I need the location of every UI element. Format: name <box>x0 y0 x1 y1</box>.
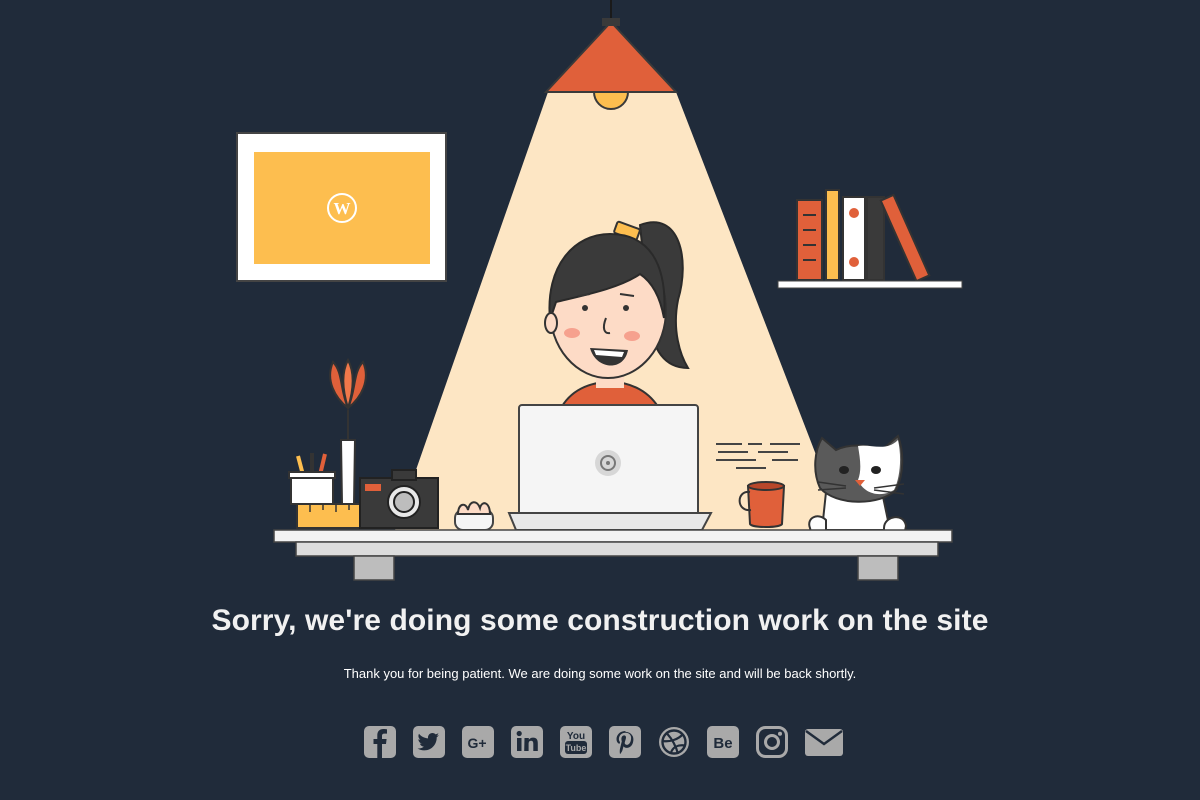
pencil-cup <box>288 453 336 505</box>
facebook-link[interactable] <box>363 724 396 760</box>
youtube-link[interactable]: You Tube <box>559 724 592 760</box>
bookshelf <box>777 189 963 289</box>
camera <box>359 469 439 529</box>
instagram-link[interactable] <box>755 724 788 760</box>
svg-text:W: W <box>334 199 351 218</box>
picture-frame: W <box>236 132 447 282</box>
page-title: Sorry, we're doing some construction wor… <box>211 604 989 637</box>
google-plus-link[interactable]: G+ <box>461 724 494 760</box>
svg-text:You: You <box>566 731 584 742</box>
desk <box>273 529 953 581</box>
twitter-link[interactable] <box>412 724 445 760</box>
dribbble-icon <box>658 727 689 757</box>
twitter-icon <box>412 726 445 758</box>
email-link[interactable] <box>804 724 843 760</box>
google-plus-icon: G+ <box>461 726 494 758</box>
email-icon <box>804 729 843 756</box>
construction-illustration: W <box>236 0 963 581</box>
subtitle-text: Thank you for being patient. We are doin… <box>343 666 857 681</box>
instagram-icon <box>755 726 788 758</box>
pinterest-link[interactable] <box>608 724 641 760</box>
pinterest-icon <box>608 726 641 758</box>
laptop <box>507 404 713 531</box>
behance-icon: Be <box>706 726 739 758</box>
linkedin-link[interactable] <box>510 724 543 760</box>
gear-icon <box>595 450 621 476</box>
svg-text:G+: G+ <box>467 735 486 751</box>
cat <box>808 434 908 537</box>
svg-text:Be: Be <box>713 735 732 752</box>
mouse-hand <box>454 501 494 531</box>
facebook-icon <box>363 726 396 758</box>
behance-link[interactable]: Be <box>706 724 739 760</box>
social-links: G+ You Tube Be <box>0 724 1200 760</box>
svg-text:Tube: Tube <box>565 743 586 753</box>
youtube-icon: You Tube <box>559 726 592 758</box>
dribbble-link[interactable] <box>658 724 690 760</box>
linkedin-icon <box>510 726 543 758</box>
